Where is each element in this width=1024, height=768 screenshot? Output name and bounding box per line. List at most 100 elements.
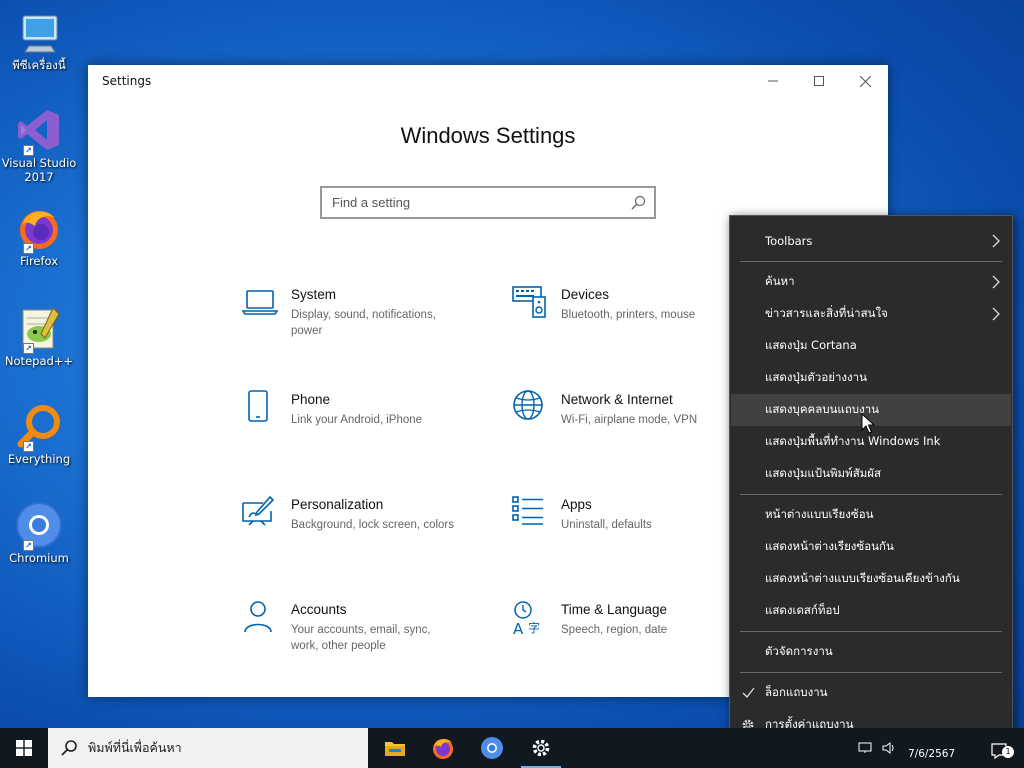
category-system[interactable]: System Display, sound, notifications, po… xyxy=(241,285,471,355)
category-desc: Display, sound, notifications, power xyxy=(291,309,436,337)
keyboard-speaker-icon xyxy=(512,286,546,318)
menu-item-show-stacked[interactable]: แสดงหน้าต่างเรียงซ้อนกัน xyxy=(731,531,1011,563)
maximize-icon xyxy=(814,76,824,86)
menu-item-show-cortana[interactable]: แสดงปุ่ม Cortana xyxy=(731,330,1011,362)
taskbar-chromium[interactable] xyxy=(468,728,516,768)
taskbar[interactable]: พิมพ์ที่นี่เพื่อค้นหา 7/6/2567 1 xyxy=(0,728,1024,768)
menu-item-label: แสดงปุ่ม Cortana xyxy=(765,338,857,352)
phone-icon xyxy=(248,390,268,422)
menu-item-lock-taskbar[interactable]: ล็อกแถบงาน xyxy=(731,677,1011,709)
visual-studio-icon: ↗ xyxy=(15,106,63,156)
computer-icon xyxy=(15,8,63,56)
category-network[interactable]: Network & Internet Wi-Fi, airplane mode,… xyxy=(511,390,741,460)
checkmark-icon xyxy=(742,687,755,698)
taskbar-file-explorer[interactable] xyxy=(371,728,419,768)
maximize-button[interactable] xyxy=(796,65,842,97)
menu-item-search[interactable]: ค้นหา xyxy=(731,266,1011,298)
chevron-right-icon xyxy=(992,275,1000,289)
chromium-icon: ↗ xyxy=(15,501,63,551)
shortcut-arrow-icon: ↗ xyxy=(23,145,34,156)
menu-separator xyxy=(740,672,1002,673)
category-devices[interactable]: Devices Bluetooth, printers, mouse xyxy=(511,285,741,355)
category-desc: Wi-Fi, airplane mode, VPN xyxy=(561,414,698,426)
everything-search-icon: ↗ xyxy=(15,402,63,452)
taskbar-search-box[interactable]: พิมพ์ที่นี่เพื่อค้นหา xyxy=(48,728,368,768)
menu-item-label: แสดงเดสก์ท็อป xyxy=(765,603,840,617)
menu-item-show-side-by-side[interactable]: แสดงหน้าต่างแบบเรียงซ้อนเคียงข้างกัน xyxy=(731,563,1011,595)
menu-item-cascade-windows[interactable]: หน้าต่างแบบเรียงซ้อน xyxy=(731,499,1011,531)
menu-item-news-interests[interactable]: ข่าวสารและสิ่งที่น่าสนใจ xyxy=(731,298,1011,330)
menu-item-label: แสดงหน้าต่างแบบเรียงซ้อนเคียงข้างกัน xyxy=(765,571,960,585)
network-icon[interactable] xyxy=(858,742,872,754)
title-bar[interactable]: Settings xyxy=(88,65,888,97)
desktop-icon-label: Chromium xyxy=(9,551,69,565)
menu-item-show-task-view[interactable]: แสดงปุ่มตัวอย่างงาน xyxy=(731,362,1011,394)
apps-list-icon xyxy=(512,496,543,525)
gear-icon xyxy=(532,739,550,757)
category-apps[interactable]: Apps Uninstall, defaults xyxy=(511,495,741,565)
search-icon xyxy=(61,740,77,756)
menu-item-label: ข่าวสารและสิ่งที่น่าสนใจ xyxy=(765,306,888,320)
firefox-icon: ↗ xyxy=(15,204,63,254)
search-icon[interactable] xyxy=(630,195,646,211)
menu-item-task-manager[interactable]: ตัวจัดการงาน xyxy=(731,636,1011,668)
category-time-language[interactable]: A 字 Time & Language Speech, region, date xyxy=(511,600,741,670)
notification-count: 1 xyxy=(1002,746,1014,758)
category-desc: Your accounts, email, sync, work, other … xyxy=(291,624,431,652)
category-name: System xyxy=(291,287,337,302)
time-language-icon: A 字 xyxy=(513,601,540,638)
shortcut-arrow-icon: ↗ xyxy=(23,343,34,354)
close-icon xyxy=(859,75,871,87)
start-button[interactable] xyxy=(0,728,48,768)
menu-separator xyxy=(740,494,1002,495)
desktop-icon-visual-studio[interactable]: ↗ Visual Studio 2017 xyxy=(2,102,76,188)
category-personalization[interactable]: Personalization Background, lock screen,… xyxy=(241,495,471,565)
mouse-cursor-icon xyxy=(861,413,875,434)
menu-item-label: Toolbars xyxy=(765,234,813,248)
desktop-icon-this-pc[interactable]: พีซีเครื่องนี้ xyxy=(4,4,74,90)
desktop-icon-notepadpp[interactable]: ↗ Notepad++ xyxy=(4,300,74,386)
category-name: Devices xyxy=(561,287,610,302)
category-desc: Background, lock screen, colors xyxy=(291,519,454,531)
category-name: Accounts xyxy=(291,602,347,617)
folder-icon xyxy=(385,742,405,756)
volume-icon[interactable] xyxy=(882,742,896,754)
system-tray[interactable] xyxy=(858,742,896,754)
desktop-icon-everything[interactable]: ↗ Everything xyxy=(4,398,74,484)
taskbar-settings[interactable] xyxy=(517,728,565,768)
paint-brush-icon xyxy=(242,495,275,526)
menu-item-label: แสดงหน้าต่างเรียงซ้อนกัน xyxy=(765,539,894,553)
settings-search[interactable] xyxy=(320,186,656,219)
globe-icon xyxy=(513,390,543,420)
person-icon xyxy=(244,601,272,633)
category-name: Apps xyxy=(561,497,592,512)
taskbar-search-placeholder: พิมพ์ที่นี่เพื่อค้นหา xyxy=(88,740,182,755)
minimize-button[interactable] xyxy=(750,65,796,97)
chromium-icon xyxy=(481,737,503,759)
category-desc: Speech, region, date xyxy=(561,624,668,636)
menu-item-touch-keyboard[interactable]: แสดงปุ่มแป้นพิมพ์สัมผัส xyxy=(731,458,1011,490)
close-button[interactable] xyxy=(842,65,888,97)
taskbar-firefox[interactable] xyxy=(419,728,467,768)
menu-item-toolbars[interactable]: Toolbars xyxy=(731,225,1011,257)
svg-text:A: A xyxy=(513,620,524,638)
desktop-icon-firefox[interactable]: ↗ Firefox xyxy=(4,200,74,286)
category-phone[interactable]: Phone Link your Android, iPhone xyxy=(241,390,471,460)
chevron-right-icon xyxy=(992,307,1000,321)
category-name: Time & Language xyxy=(561,602,668,617)
menu-item-label: ล็อกแถบงาน xyxy=(765,685,828,699)
category-desc: Link your Android, iPhone xyxy=(291,414,423,426)
menu-item-label: แสดงปุ่มแป้นพิมพ์สัมผัส xyxy=(765,466,882,480)
search-input[interactable] xyxy=(322,188,654,217)
menu-item-show-desktop[interactable]: แสดงเดสก์ท็อป xyxy=(731,595,1011,627)
menu-item-label: ตัวจัดการงาน xyxy=(765,644,833,658)
menu-separator xyxy=(740,261,1002,262)
menu-item-label: ค้นหา xyxy=(765,274,795,288)
taskbar-context-menu: Toolbars ค้นหา ข่าวสารและสิ่งที่น่าสนใจ … xyxy=(729,215,1013,745)
shortcut-arrow-icon: ↗ xyxy=(23,243,34,254)
firefox-icon xyxy=(433,739,453,759)
clock-date[interactable]: 7/6/2567 xyxy=(908,748,955,760)
desktop-icon-chromium[interactable]: ↗ Chromium xyxy=(4,497,74,583)
notification-center-button[interactable]: 1 xyxy=(990,742,1014,760)
category-accounts[interactable]: Accounts Your accounts, email, sync, wor… xyxy=(241,600,471,670)
